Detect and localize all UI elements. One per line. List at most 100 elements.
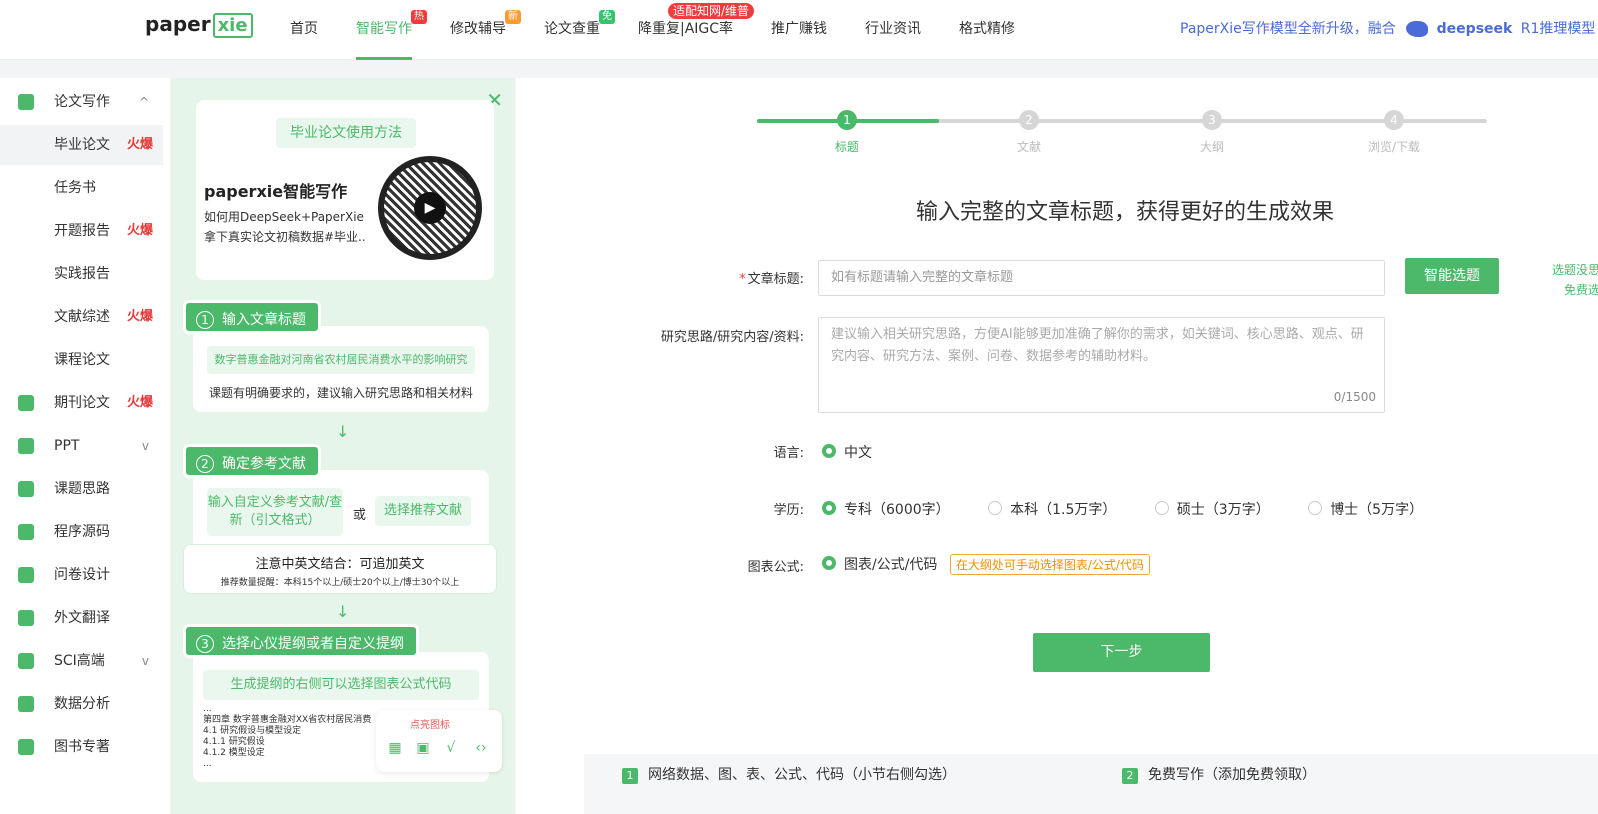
formula-icon[interactable]: √	[442, 740, 460, 758]
arrow-down-icon: ↓	[336, 422, 350, 441]
nav-home[interactable]: 首页	[290, 0, 318, 60]
char-counter: 0/1500	[1333, 390, 1376, 404]
tip-sub: 推荐数量提醒：本科15个以上/硕士20个以上/博士30个以上	[220, 578, 460, 588]
tip-title: 注意中英文结合：可追加英文	[255, 557, 425, 572]
outline-sample: ... 第四章 数字普惠金融对XX省农村居民消费 4.1 研究假设与模型设定 4…	[203, 704, 372, 769]
video-card[interactable]: 毕业论文使用方法 paperxie智能写作 如何用DeepSeek+PaperX…	[196, 100, 494, 280]
paperxie-logo[interactable]: paper xie	[145, 12, 253, 38]
chevron-up-icon: ^	[138, 95, 149, 109]
nav-promote[interactable]: 推广赚钱	[771, 0, 827, 60]
top-navbar: paper xie 首页 智能写作热 修改辅导新 论文查重免 降重复|AIGC率适…	[0, 0, 1598, 60]
sidebar-item-topic-ideas[interactable]: 课题思路	[0, 469, 163, 509]
language-tip-card: 注意中英文结合：可追加英文 推荐数量提醒：本科15个以上/硕士20个以上/博士3…	[183, 544, 497, 594]
chart-formula-options: 图表/公式/代码 在大纲处可手动选择图表/公式/代码	[822, 554, 1150, 575]
highlight-label: 点亮图标	[410, 720, 450, 731]
sidebar-item-questionnaire[interactable]: 问卷设计	[0, 555, 163, 595]
degree-radio-junior[interactable]: 专科（6000字）	[822, 499, 950, 519]
sidebar: 论文写作 ^ 毕业论文 火爆 任务书 开题报告 火爆 实践报告 文献综述 火爆 …	[0, 78, 170, 814]
degree-radio-bachelor[interactable]: 本科（1.5万字）	[988, 499, 1116, 519]
sidebar-item-sci[interactable]: SCI高端 v	[0, 641, 163, 681]
nav-plagiarism-check[interactable]: 论文查重免	[544, 0, 615, 60]
nav-reduce-repeat[interactable]: 降重复|AIGC率 适配知网/维普	[638, 0, 755, 60]
hot-label: 火爆	[126, 223, 153, 238]
highlight-icons-box: 点亮图标 ▦ ▣ √ ‹›	[376, 710, 502, 772]
step2-or: 或	[353, 508, 367, 523]
new-badge: 新	[505, 10, 521, 24]
chevron-down-icon: v	[141, 654, 149, 668]
sidebar-item-journal-paper[interactable]: 期刊论文 火爆	[0, 383, 163, 423]
sci-icon	[18, 653, 34, 669]
arrow-down-icon: ↓	[336, 602, 350, 621]
step2-tag: 2 确定参考文献	[183, 444, 321, 478]
deepseek-whale-icon	[1406, 21, 1429, 37]
step-2-label: 文献	[1016, 140, 1041, 154]
sidebar-item-course-paper[interactable]: 课程论文	[0, 340, 163, 380]
nav-smart-writing[interactable]: 智能写作热	[356, 0, 427, 60]
main-nav: 首页 智能写作热 修改辅导新 论文查重免 降重复|AIGC率 适配知网/维普 推广…	[290, 0, 1053, 60]
ppt-icon	[18, 438, 34, 454]
cnki-badge: 适配知网/维普	[668, 3, 755, 19]
step-2-dot: 2	[1019, 110, 1039, 130]
step2-option1: 输入自定义参考文献/查新（引文格式）	[207, 488, 343, 536]
hot-badge: 热	[411, 10, 427, 24]
play-icon[interactable]: ▶	[414, 192, 446, 224]
title-input[interactable]: 如有标题请输入完整的文章标题	[818, 260, 1385, 296]
step-4-label: 浏览/下载	[1367, 140, 1421, 154]
step-1-dot: 1	[837, 110, 857, 130]
step2-option2: 选择推荐文献	[375, 496, 471, 526]
degree-options: 专科（6000字） 本科（1.5万字） 硕士（3万字） 博士（5万字）	[822, 499, 1457, 519]
top-divider-band	[0, 60, 1598, 78]
sidebar-item-source-code[interactable]: 程序源码	[0, 512, 163, 552]
bottom-features-panel: 1 网络数据、图、表、公式、代码（小节右侧勾选） 2 免费写作（添加免费领取）	[584, 754, 1598, 814]
nav-revision[interactable]: 修改辅导新	[450, 0, 521, 60]
sidebar-item-thesis-writing[interactable]: 论文写作 ^	[0, 82, 163, 122]
hot-label: 火爆	[126, 395, 153, 410]
book-icon	[18, 739, 34, 755]
sidebar-item-book[interactable]: 图书专著	[0, 727, 163, 767]
next-step-button[interactable]: 下一步	[1033, 633, 1210, 672]
free-badge: 免	[599, 10, 615, 24]
research-idea-textarea[interactable]: 建议输入相关研究思路，方便AI能够更加准确了解你的需求，如关键词、核心思路、观点…	[818, 317, 1385, 413]
degree-radio-doctor[interactable]: 博士（5万字）	[1308, 499, 1423, 519]
smart-topic-button[interactable]: 智能选题	[1405, 258, 1499, 294]
sidebar-item-graduation-thesis[interactable]: 毕业论文 火爆	[0, 125, 163, 165]
step1-hint: 课题有明确要求的，建议输入研究思路和相关材料	[209, 386, 474, 400]
nav-news[interactable]: 行业资讯	[865, 0, 921, 60]
step-3-label: 大纲	[1199, 140, 1224, 154]
code-icon	[18, 524, 34, 540]
sidebar-item-data-analysis[interactable]: 数据分析	[0, 684, 163, 724]
free-topic-link[interactable]: 选题没思 免费选	[1520, 260, 1598, 300]
translate-icon	[18, 610, 34, 626]
hot-label: 火爆	[126, 137, 153, 152]
promo-banner[interactable]: PaperXie写作模型全新升级，融合 deepseek R1推理模型	[1180, 18, 1595, 38]
sidebar-item-translation[interactable]: 外文翻译	[0, 598, 163, 638]
idea-icon	[18, 481, 34, 497]
chart-note-badge: 在大纲处可手动选择图表/公式/代码	[949, 554, 1150, 575]
step3-tag: 3 选择心仪提纲或者自定义提纲	[183, 624, 419, 658]
step1-example: 数字普惠金融对河南省农村居民消费水平的影响研究	[207, 346, 475, 374]
language-radio-chinese[interactable]: 中文	[822, 442, 872, 462]
nav-format[interactable]: 格式精修	[959, 0, 1015, 60]
language-label: 语言:	[773, 446, 804, 461]
journal-icon	[18, 395, 34, 411]
step-3-dot: 3	[1202, 110, 1222, 130]
step1-card: 数字普惠金融对河南省农村居民消费水平的影响研究 课题有明确要求的，建议输入研究思…	[193, 326, 489, 412]
feature-item-2: 2 免费写作（添加免费领取）	[1122, 764, 1316, 784]
degree-radio-master[interactable]: 硕士（3万字）	[1154, 499, 1270, 519]
chart-formula-checkbox[interactable]: 图表/公式/代码	[822, 554, 937, 574]
code-icon[interactable]: ‹›	[472, 740, 490, 758]
degree-label: 学历:	[773, 503, 804, 518]
table-icon[interactable]: ▦	[386, 740, 404, 758]
step-1-label: 标题	[834, 140, 859, 154]
sidebar-item-task-book[interactable]: 任务书	[0, 168, 163, 208]
step3-pill: 生成提纲的右侧可以选择图表公式代码	[203, 670, 479, 700]
sidebar-item-practice-report[interactable]: 实践报告	[0, 254, 163, 294]
sidebar-item-ppt[interactable]: PPT v	[0, 426, 163, 466]
chart-formula-label: 图表公式:	[747, 560, 804, 575]
usage-guide-panel: ✕ 毕业论文使用方法 paperxie智能写作 如何用DeepSeek+Pape…	[171, 78, 515, 814]
sidebar-item-literature-review[interactable]: 文献综述 火爆	[0, 297, 163, 337]
image-icon[interactable]: ▣	[414, 740, 432, 758]
sidebar-item-proposal[interactable]: 开题报告 火爆	[0, 211, 163, 251]
step-4-dot: 4	[1384, 110, 1404, 130]
feature-item-1: 1 网络数据、图、表、公式、代码（小节右侧勾选）	[622, 764, 956, 784]
